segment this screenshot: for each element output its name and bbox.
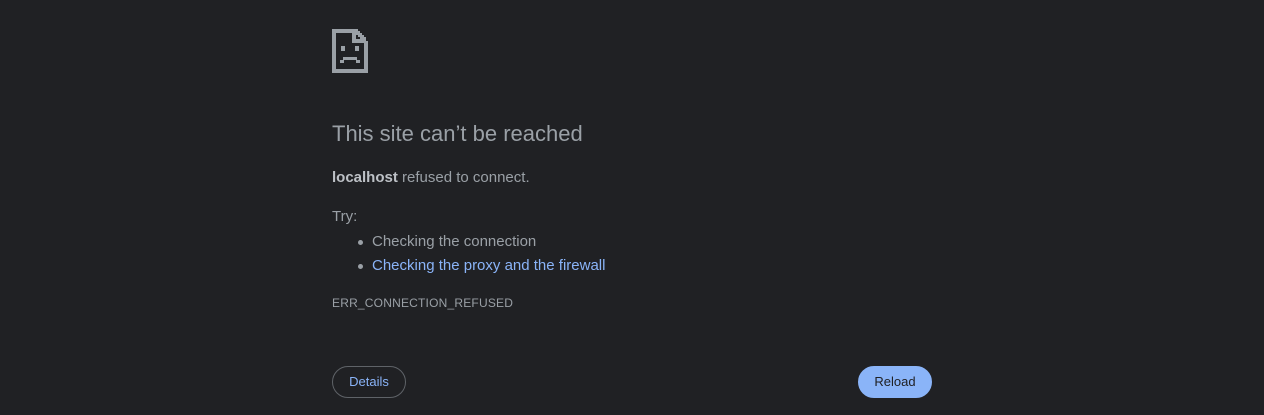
error-message: refused to connect. — [397, 169, 530, 186]
proxy-firewall-link[interactable]: Checking the proxy and the firewall — [372, 257, 605, 274]
error-code: ERR_CONNECTION_REFUSED — [332, 296, 514, 310]
host-name: localhost — [332, 169, 398, 186]
details-button[interactable]: Details — [332, 366, 406, 398]
sad-document-icon — [332, 29, 368, 73]
try-label: Try: — [332, 208, 358, 225]
reload-button[interactable]: Reload — [858, 366, 932, 398]
error-page: This site can’t be reached localhost ref… — [0, 0, 1264, 415]
error-title: This site can’t be reached — [332, 121, 583, 146]
suggestions-list: Checking the connection Checking the pro… — [332, 230, 605, 278]
error-summary: localhost refused to connect. — [332, 168, 530, 188]
suggestion-check-proxy-firewall: Checking the proxy and the firewall — [332, 254, 605, 278]
suggestion-check-connection: Checking the connection — [332, 230, 605, 254]
